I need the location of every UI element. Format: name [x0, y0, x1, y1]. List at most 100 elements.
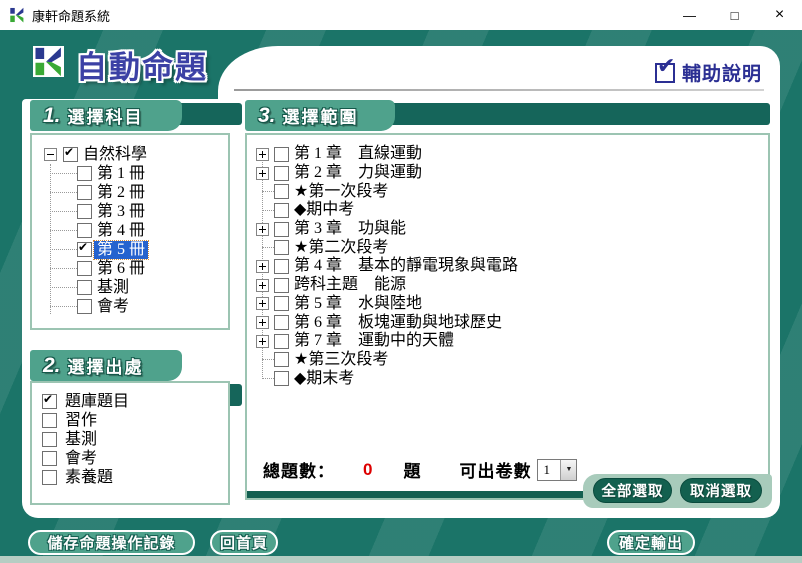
option-label[interactable]: 題庫題目 — [62, 393, 132, 411]
checkbox[interactable] — [274, 147, 289, 162]
panel3-header-tail — [388, 103, 770, 125]
checkbox[interactable]: ✔ — [42, 394, 57, 409]
checkbox[interactable] — [274, 184, 289, 199]
deselect-button[interactable]: 取消選取 — [680, 478, 762, 503]
checkbox[interactable] — [77, 223, 92, 238]
tree-connector — [50, 249, 77, 250]
title-bar: 康軒命題系統 — □ × — [0, 0, 802, 30]
check-icon: ✔ — [78, 240, 88, 254]
tree-label[interactable]: 第 5 章 水與陸地 — [291, 295, 425, 313]
panel1-header: 1. 選擇科目 — [30, 100, 182, 131]
tree-label[interactable]: 第 1 章 直線運動 — [291, 145, 425, 163]
tree-label[interactable]: 第 4 冊 — [94, 222, 148, 240]
tree-row: 第 1 冊 — [32, 164, 228, 183]
option-label[interactable]: 習作 — [62, 412, 100, 430]
tree-label[interactable]: 第 1 冊 — [94, 165, 148, 183]
tree-row: ◆期末考 — [247, 369, 768, 388]
tree-connector — [50, 192, 77, 193]
checkbox[interactable]: ✔ — [63, 147, 78, 162]
option-label[interactable]: 基測 — [62, 431, 100, 449]
checkbox[interactable] — [274, 278, 289, 293]
scope-tree: 第 1 章 直線運動第 2 章 力與運動★第一次段考◆期中考第 3 章 功與能★… — [247, 135, 768, 388]
checkbox[interactable] — [274, 315, 289, 330]
close-button[interactable]: × — [757, 0, 802, 30]
panel3-title: 選擇範圍 — [283, 103, 359, 128]
header-logo-icon — [33, 46, 64, 77]
tree-row: ◆期中考 — [247, 201, 768, 220]
tree-label[interactable]: 會考 — [94, 298, 132, 316]
home-button[interactable]: 回首頁 — [210, 530, 278, 555]
tree-label[interactable]: 自然科學 — [80, 146, 150, 164]
checkbox[interactable]: ✔ — [77, 242, 92, 257]
tree-label[interactable]: 基測 — [94, 279, 132, 297]
select-all-button[interactable]: 全部選取 — [593, 478, 672, 503]
checkbox[interactable] — [42, 451, 57, 466]
tree-label[interactable]: ★第一次段考 — [291, 183, 391, 201]
tree-label[interactable]: 第 6 冊 — [94, 260, 148, 278]
tree-row: ✔ 第 5 冊 — [32, 240, 228, 259]
expand-icon[interactable] — [256, 316, 269, 329]
confirm-output-button[interactable]: 確定輸出 — [607, 530, 695, 555]
minimize-button[interactable]: — — [667, 0, 712, 30]
panel1-header-tail — [176, 103, 242, 125]
save-record-button[interactable]: 儲存命題操作記錄 — [28, 530, 195, 555]
paper-count-select[interactable]: 1 ▼ — [537, 459, 577, 481]
tree-label[interactable]: 第 6 章 板塊運動與地球歷史 — [291, 314, 505, 332]
checkbox[interactable] — [274, 203, 289, 218]
expand-icon[interactable] — [256, 279, 269, 292]
tree-connector — [50, 268, 77, 269]
checkbox[interactable] — [274, 166, 289, 181]
tree-label[interactable]: 第 4 章 基本的靜電現象與電路 — [291, 257, 521, 275]
tree-connector — [50, 164, 51, 314]
option-label[interactable]: 會考 — [62, 450, 100, 468]
page-title: 自動命題 — [76, 42, 208, 87]
expand-icon[interactable] — [256, 297, 269, 310]
checkbox[interactable] — [77, 204, 92, 219]
tree-row: 第 7 章 運動中的天體 — [247, 332, 768, 351]
checkbox[interactable] — [42, 413, 57, 428]
tree-row: 第 6 章 板塊運動與地球歷史 — [247, 313, 768, 332]
tree-label[interactable]: ★第三次段考 — [291, 351, 391, 369]
checkbox[interactable] — [77, 261, 92, 276]
expand-icon[interactable] — [256, 335, 269, 348]
check-icon: ✔ — [64, 145, 74, 159]
checkbox[interactable] — [42, 432, 57, 447]
tree-label[interactable]: 第 2 冊 — [94, 184, 148, 202]
dropdown-arrow-icon[interactable]: ▼ — [560, 460, 576, 480]
tree-label[interactable]: 第 3 冊 — [94, 203, 148, 221]
checkbox[interactable] — [42, 470, 57, 485]
tree-label[interactable]: 跨科主題 能源 — [291, 276, 409, 294]
checkbox[interactable] — [274, 352, 289, 367]
tree-label[interactable]: 第 5 冊 — [94, 241, 148, 259]
option-label[interactable]: 素養題 — [62, 469, 116, 487]
tree-row: 跨科主題 能源 — [247, 276, 768, 295]
checkbox[interactable] — [274, 259, 289, 274]
expand-icon[interactable] — [256, 260, 269, 273]
paper-count-value: 1 — [538, 460, 560, 480]
tree-row: 第 5 章 水與陸地 — [247, 295, 768, 314]
tree-label[interactable]: 第 3 章 功與能 — [291, 220, 409, 238]
tree-label[interactable]: ★第二次段考 — [291, 239, 391, 257]
total-count-label: 總題數： — [263, 457, 335, 482]
help-button[interactable]: ✔ 輔助說明 — [655, 59, 762, 86]
checkbox[interactable] — [77, 299, 92, 314]
expand-icon[interactable] — [256, 167, 269, 180]
checkbox[interactable] — [274, 371, 289, 386]
checkbox[interactable] — [77, 166, 92, 181]
tree-label[interactable]: ◆期中考 — [291, 201, 357, 219]
checkbox-check-icon: ✔ — [655, 63, 675, 83]
collapse-icon[interactable] — [44, 148, 57, 161]
checkbox[interactable] — [77, 280, 92, 295]
tree-label[interactable]: ◆期末考 — [291, 370, 357, 388]
checkbox[interactable] — [274, 240, 289, 255]
checkbox[interactable] — [274, 334, 289, 349]
expand-icon[interactable] — [256, 148, 269, 161]
tree-label[interactable]: 第 2 章 力與運動 — [291, 164, 425, 182]
expand-icon[interactable] — [256, 223, 269, 236]
checkbox[interactable] — [274, 296, 289, 311]
subject-tree: ✔ 自然科學第 1 冊第 2 冊第 3 冊第 4 冊 ✔ 第 5 冊第 6 冊基測會考 — [32, 135, 228, 316]
checkbox[interactable] — [77, 185, 92, 200]
checkbox[interactable] — [274, 222, 289, 237]
tree-label[interactable]: 第 7 章 運動中的天體 — [291, 332, 457, 350]
maximize-button[interactable]: □ — [712, 0, 757, 30]
